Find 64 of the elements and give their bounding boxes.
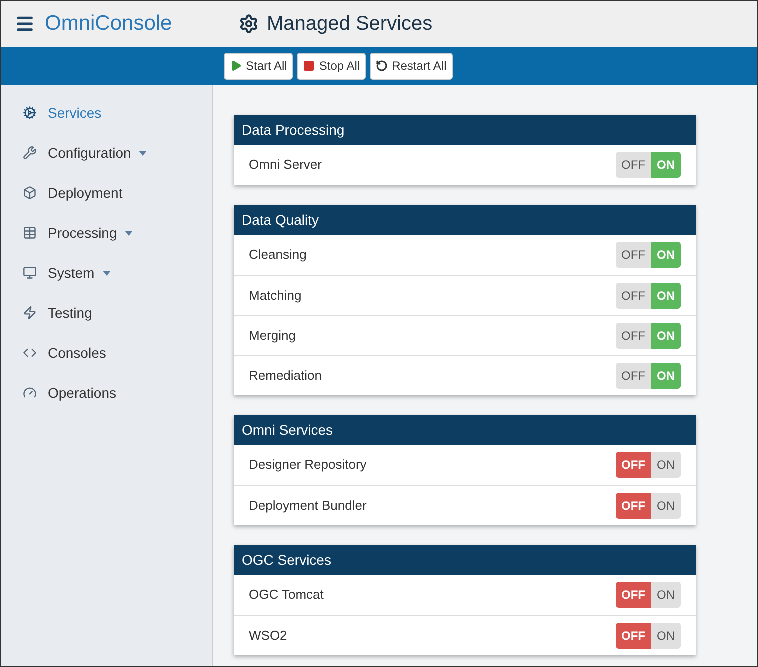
menu-icon[interactable]	[15, 14, 35, 34]
play-icon	[230, 60, 242, 72]
service-name: Designer Repository	[249, 456, 368, 474]
card-header: OGC Services	[234, 545, 696, 575]
toggle-switch[interactable]: OFF ON	[616, 492, 681, 518]
sidebar-item[interactable]: System	[1, 253, 212, 293]
stop-icon	[303, 60, 316, 72]
monitor-icon	[23, 266, 37, 280]
off-label: OFF	[616, 152, 651, 178]
sidebar-item[interactable]: Deployment	[1, 173, 212, 213]
logo: OmniConsole	[45, 11, 174, 38]
sidebar-item[interactable]: Processing	[1, 213, 212, 253]
toggle-switch[interactable]: OFF ON	[616, 242, 681, 268]
sidebar-item[interactable]: Services	[1, 93, 212, 133]
toolbar-button[interactable]: Start All	[224, 52, 294, 80]
code-icon	[23, 346, 37, 360]
on-label: ON	[651, 152, 681, 178]
on-label: ON	[651, 322, 681, 348]
service-name: Omni Server	[249, 156, 323, 174]
restart-icon	[376, 60, 388, 72]
off-label: OFF	[616, 452, 651, 478]
off-label: OFF	[616, 282, 651, 308]
toolbar-button[interactable]: Stop All	[297, 52, 366, 80]
bolt-icon	[23, 306, 37, 320]
dashboard-icon	[23, 386, 37, 400]
off-label: OFF	[616, 492, 651, 518]
off-label: OFF	[616, 622, 651, 648]
card-header: Data Quality	[234, 205, 696, 235]
service-name: Merging	[249, 326, 297, 345]
on-label: ON	[651, 282, 681, 308]
off-label: OFF	[616, 362, 651, 388]
off-label: OFF	[616, 242, 651, 268]
sidebar-item[interactable]: Testing	[1, 293, 212, 333]
service-name: WSO2	[249, 626, 288, 645]
on-label: ON	[651, 492, 681, 518]
on-label: ON	[651, 622, 681, 648]
on-label: ON	[651, 242, 681, 268]
toolbar-button[interactable]: Restart All	[370, 52, 453, 80]
toggle-switch[interactable]: OFF ON	[616, 582, 681, 608]
service-name: Matching	[249, 286, 303, 305]
card-header: Data Processing	[234, 115, 696, 145]
off-label: OFF	[616, 582, 651, 608]
on-label: ON	[651, 582, 681, 608]
sidebar-item[interactable]: Operations	[1, 373, 212, 413]
service-name: Remediation	[249, 366, 323, 385]
service-name: Cleansing	[249, 246, 308, 264]
toggle-switch[interactable]: OFF ON	[616, 282, 681, 308]
wrench-icon	[23, 146, 37, 160]
page-title: Managed Services	[267, 12, 433, 37]
toggle-switch[interactable]: OFF ON	[616, 622, 681, 648]
off-label: OFF	[616, 322, 651, 348]
cube-icon	[23, 186, 37, 200]
table-icon	[23, 226, 37, 240]
sidebar-item[interactable]: Consoles	[1, 333, 212, 373]
toggle-switch[interactable]: OFF ON	[616, 452, 681, 478]
toggle-switch[interactable]: OFF ON	[616, 152, 681, 178]
service-name: Deployment Bundler	[249, 496, 368, 515]
on-label: ON	[651, 452, 681, 478]
toggle-switch[interactable]: OFF ON	[616, 362, 681, 388]
sidebar-item[interactable]: Configuration	[1, 133, 212, 173]
card-header: Omni Services	[234, 415, 696, 445]
on-label: ON	[651, 362, 681, 388]
toggle-switch[interactable]: OFF ON	[616, 322, 681, 348]
service-name: OGC Tomcat	[249, 586, 325, 604]
